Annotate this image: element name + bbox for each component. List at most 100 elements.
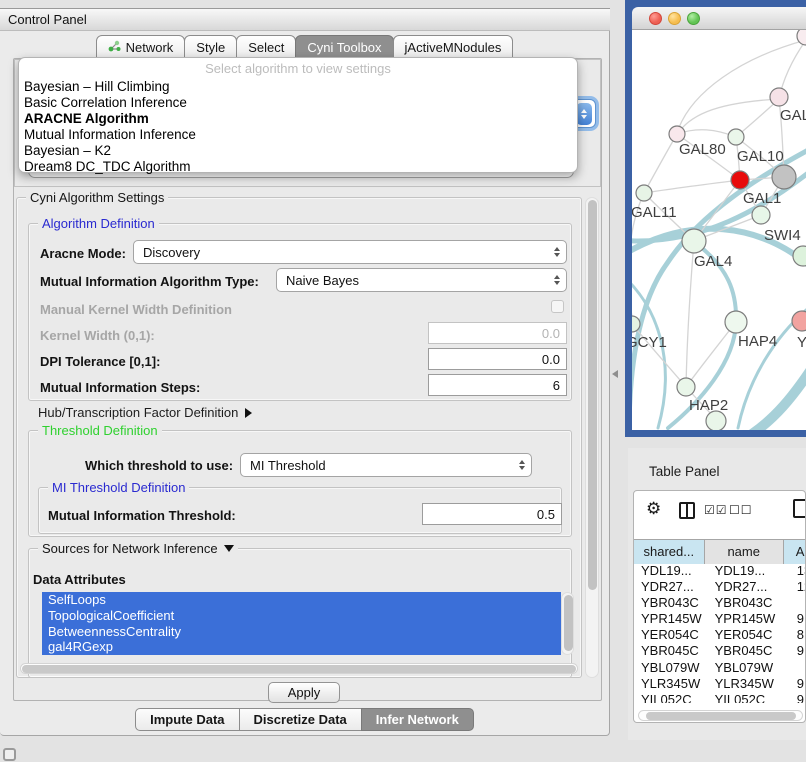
- document-icon[interactable]: [793, 499, 806, 518]
- tab-impute-data[interactable]: Impute Data: [135, 708, 239, 731]
- tab-discretize-data[interactable]: Discretize Data: [239, 708, 362, 731]
- network-node-gal4[interactable]: [682, 229, 706, 253]
- table-cell: [793, 660, 806, 676]
- panel-collapse-arrow-icon[interactable]: [612, 370, 618, 378]
- expand-right-icon[interactable]: [245, 408, 252, 418]
- dpi-tolerance-field[interactable]: 0.0: [428, 348, 567, 370]
- column-header-a[interactable]: A: [784, 540, 806, 564]
- minimized-panel-icon[interactable]: [3, 748, 16, 761]
- network-edge[interactable]: [677, 130, 736, 137]
- cyni-bottom-tabs: Impute DataDiscretize DataInfer Network: [0, 708, 610, 731]
- control-panel-title: Control Panel: [8, 12, 87, 27]
- cyni-algorithm-settings-title: Cyni Algorithm Settings: [26, 190, 168, 205]
- column-header-name[interactable]: name: [705, 540, 784, 564]
- combobox-spinner-icon[interactable]: [519, 460, 525, 470]
- algorithm-option-basic-correlation-inference[interactable]: Basic Correlation Inference: [19, 95, 577, 111]
- network-edge[interactable]: [686, 241, 694, 387]
- apply-button[interactable]: Apply: [268, 682, 340, 703]
- attribute-item-topologicalcoefficient[interactable]: TopologicalCoefficient: [42, 608, 561, 624]
- combobox-spinner-icon[interactable]: [554, 247, 560, 257]
- settings-horizontal-scrollbar-thumb[interactable]: [22, 665, 576, 673]
- unchecked-pair-icon[interactable]: ☐☐: [729, 503, 753, 517]
- mi-algorithm-type-combobox[interactable]: Naive Bayes: [276, 268, 567, 292]
- tab-jactivemnodules[interactable]: jActiveMNodules: [393, 35, 514, 59]
- algorithm-option-dream8-dc-tdc-algorithm[interactable]: Dream8 DC_TDC Algorithm: [19, 159, 577, 175]
- attributes-scrollbar-thumb[interactable]: [564, 595, 573, 651]
- network-node-hap2[interactable]: [677, 378, 695, 396]
- algorithm-option-bayesian-hill-climbing[interactable]: Bayesian – Hill Climbing: [19, 79, 577, 95]
- algorithm-option-bayesian-k2[interactable]: Bayesian – K2: [19, 143, 577, 159]
- table-cell: YBL079W: [711, 660, 793, 676]
- table-cell: 9.: [793, 643, 806, 659]
- control-panel-tabs: NetworkStyleSelectCyni Toolbox jActiveMNo…: [0, 36, 610, 59]
- gear-icon[interactable]: ⚙: [646, 499, 661, 519]
- minimize-traffic-light-icon[interactable]: [668, 12, 681, 25]
- combobox-spinner-icon[interactable]: [554, 275, 560, 285]
- close-traffic-light-icon[interactable]: [649, 12, 662, 25]
- table-row[interactable]: YDL19...YDL19...13: [634, 563, 806, 579]
- network-node[interactable]: [793, 246, 806, 266]
- checked-pair-icon[interactable]: ☑☑: [704, 503, 728, 517]
- network-node-y[interactable]: [792, 311, 806, 331]
- kernel-width-label: Kernel Width (0,1):: [40, 328, 155, 343]
- network-node-gal1[interactable]: [731, 171, 749, 189]
- settings-vertical-scrollbar[interactable]: [585, 197, 599, 678]
- tab-style[interactable]: Style: [184, 35, 237, 59]
- network-node-gal80[interactable]: [669, 126, 685, 142]
- table-row[interactable]: YER054CYER054C8.: [634, 627, 806, 643]
- tab-cyni-toolbox[interactable]: Cyni Toolbox: [295, 35, 393, 59]
- table-row[interactable]: YPR145WYPR145W9.: [634, 611, 806, 627]
- attributes-scrollbar[interactable]: [561, 592, 574, 655]
- table-row[interactable]: YLR345WYLR345W9.: [634, 676, 806, 692]
- mi-threshold-field[interactable]: 0.5: [422, 503, 562, 525]
- combobox-spinner-icon[interactable]: [576, 103, 592, 125]
- algorithm-option-aracne-algorithm[interactable]: ARACNE Algorithm: [19, 111, 577, 127]
- network-node-gal[interactable]: [770, 88, 788, 106]
- attribute-item-selfloops[interactable]: SelfLoops: [42, 592, 561, 608]
- table-row[interactable]: YBL079WYBL079W: [634, 660, 806, 676]
- network-edge[interactable]: [644, 180, 740, 193]
- tab-select[interactable]: Select: [236, 35, 296, 59]
- columns-icon[interactable]: [679, 502, 695, 519]
- network-node-label: Y: [797, 334, 806, 351]
- network-node[interactable]: [772, 165, 796, 189]
- table-horizontal-scrollbar[interactable]: [638, 710, 803, 721]
- settings-vertical-scrollbar-thumb[interactable]: [588, 200, 597, 590]
- network-edge[interactable]: [752, 368, 806, 430]
- network-icon: [108, 40, 121, 55]
- column-header-shared[interactable]: shared...: [634, 540, 705, 564]
- table-row[interactable]: YIL052CYIL052C9.: [634, 692, 806, 703]
- settings-horizontal-scrollbar[interactable]: [20, 663, 578, 674]
- attribute-item-betweennesscentrality[interactable]: BetweennessCentrality: [42, 624, 561, 640]
- collapse-down-icon[interactable]: [224, 545, 234, 552]
- table-cell: 8.: [793, 627, 806, 643]
- tab-label: jActiveMNodules: [405, 40, 502, 55]
- which-threshold-combobox[interactable]: MI Threshold: [240, 453, 532, 477]
- network-node-gal10[interactable]: [728, 129, 744, 145]
- table-horizontal-scrollbar-thumb[interactable]: [646, 712, 796, 720]
- tab-network[interactable]: Network: [96, 35, 186, 59]
- algorithm-option-mutual-information-inference[interactable]: Mutual Information Inference: [19, 127, 577, 143]
- table-panel-title: Table Panel: [649, 464, 720, 479]
- table-row[interactable]: YDR27...YDR27...12: [634, 579, 806, 595]
- hub-factor-section[interactable]: Hub/Transcription Factor Definition: [38, 405, 252, 420]
- network-node-gal11[interactable]: [636, 185, 652, 201]
- network-edge[interactable]: [736, 99, 779, 137]
- data-attributes-list[interactable]: SelfLoopsTopologicalCoefficientBetweenne…: [42, 592, 561, 655]
- table-row[interactable]: YBR045CYBR045C9.: [634, 643, 806, 659]
- network-window-titlebar[interactable]: [632, 7, 806, 30]
- control-panel-titlebar[interactable]: [0, 8, 610, 31]
- network-node-hap4[interactable]: [725, 311, 747, 333]
- network-edge[interactable]: [644, 134, 677, 193]
- zoom-traffic-light-icon[interactable]: [687, 12, 700, 25]
- table-cell: YIL052C: [634, 692, 711, 703]
- table-cell: YBR043C: [711, 595, 793, 611]
- table-cell: YBR045C: [634, 643, 711, 659]
- table-row[interactable]: YBR043CYBR043C: [634, 595, 806, 611]
- network-node-swi4[interactable]: [752, 206, 770, 224]
- tab-infer-network[interactable]: Infer Network: [361, 708, 474, 731]
- aracne-mode-combobox[interactable]: Discovery: [133, 240, 567, 264]
- attribute-item-gal4rgexp[interactable]: gal4RGexp: [42, 639, 561, 655]
- mi-steps-field[interactable]: 6: [428, 374, 567, 396]
- network-canvas[interactable]: GALGAL80GAL10GAL1GAL11SWI4GAL4GCY1HAP4YH…: [632, 30, 806, 430]
